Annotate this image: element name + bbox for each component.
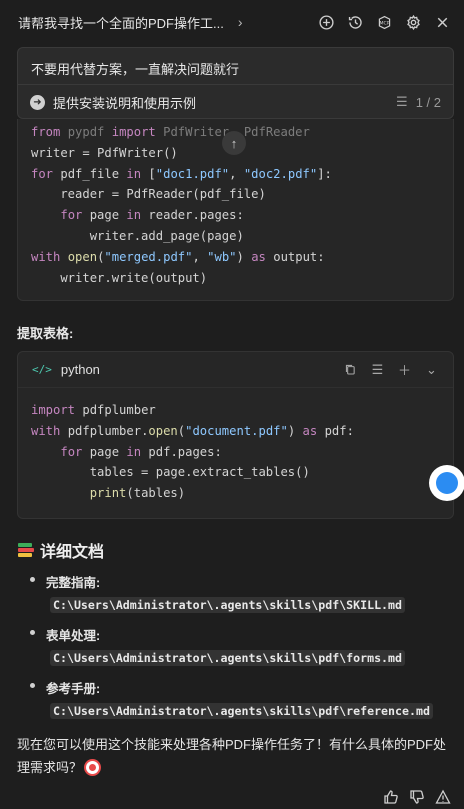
target-icon [86,761,100,774]
suggestion-pager[interactable]: ☰ 1 / 2 [396,94,441,110]
doc-name: 参考手册: [46,682,101,696]
final-message: 现在您可以使用这个技能来处理各种PDF操作任务了！有什么具体的PDF处理需求吗？ [17,733,457,779]
suggestion-row[interactable]: ➜ 提供安装说明和使用示例 ☰ 1 / 2 [18,85,453,119]
user-query-text: 不要用代替方案，一直解决问题就行 [18,48,453,85]
extract-tables-heading: 提取表格: [17,326,74,341]
close-icon[interactable] [432,12,452,32]
feedback-bar [382,788,452,806]
assistant-icon [436,472,458,494]
doc-path[interactable]: C:\Users\Administrator\.agents\skills\pd… [50,703,433,719]
code-line: for page in pdf.pages: [60,444,222,459]
user-query-box: 不要用代替方案，一直解决问题就行 ➜ 提供安装说明和使用示例 ☰ 1 / 2 [17,47,454,119]
floating-assistant-button[interactable] [429,465,464,501]
doc-path[interactable]: C:\Users\Administrator\.agents\skills\pd… [50,597,406,613]
chevron-down-icon[interactable]: ⌄ [424,362,439,377]
bullet [30,630,35,635]
chat-header: 请帮我寻找一个全面的PDF操作工... › MCP [0,0,464,44]
pager-text: 1 / 2 [415,94,441,110]
code-block-tables: </> python ☰ ＋ ⌄ import pdfplumber with p… [17,351,454,519]
mcp-icon[interactable]: MCP [374,12,394,32]
copy-icon[interactable] [343,362,358,377]
header-toolbar: MCP [316,12,452,32]
history-icon[interactable] [345,12,365,32]
final-message-text: 现在您可以使用这个技能来处理各种PDF操作任务了！有什么具体的PDF处理需求吗？ [17,737,447,775]
code-tools: ☰ ＋ ⌄ [343,362,439,378]
list-icon: ☰ [396,94,408,109]
thumbs-up-icon[interactable] [382,788,400,806]
thumbs-down-icon[interactable] [408,788,426,806]
code-line: with pdfplumber.open("document.pdf") as … [31,423,354,438]
code-line: writer.write(output) [31,270,208,285]
doc-name: 完整指南: [46,576,101,590]
scroll-up-button[interactable]: ↑ [222,131,246,155]
code-line: import pdfplumber [31,403,156,417]
chevron-right-icon[interactable]: › [238,14,243,30]
bullet [30,683,35,688]
settings-icon[interactable] [403,12,423,32]
code-line: tables = page.extract_tables() [31,465,310,480]
suggestion-text[interactable]: 提供安装说明和使用示例 [53,93,196,112]
add-icon[interactable] [316,12,336,32]
chat-title[interactable]: 请帮我寻找一个全面的PDF操作工... [18,13,224,32]
doc-name: 表单处理: [46,629,101,643]
code-line: print(tables) [89,486,186,501]
plus-icon[interactable]: ＋ [397,362,412,378]
doc-path[interactable]: C:\Users\Administrator\.agents\skills\pd… [50,650,406,666]
books-icon [18,543,34,557]
svg-text:MCP: MCP [379,20,389,26]
code-line: with open("merged.pdf", "wb") as output: [31,249,325,264]
code-language: python [60,362,100,377]
code-line: for page in reader.pages: [60,208,244,223]
code-block-header: </> python ☰ ＋ ⌄ [18,352,453,388]
list-icon[interactable]: ☰ [370,362,385,377]
code-line: for pdf_file in ["doc1.pdf", "doc2.pdf"]… [31,166,332,181]
docs-heading: 详细文档 [18,538,104,562]
code-line: writer.add_page(page) [31,228,244,243]
warning-icon[interactable] [434,788,452,806]
code-line: reader = PdfReader(pdf_file) [31,187,266,202]
bullet [30,577,35,582]
code-icon: </> [32,363,52,376]
docs-title: 详细文档 [40,544,105,561]
arrow-right-icon: ➜ [30,94,45,110]
code-content-tables: import pdfplumber with pdfplumber.open("d… [18,388,453,516]
